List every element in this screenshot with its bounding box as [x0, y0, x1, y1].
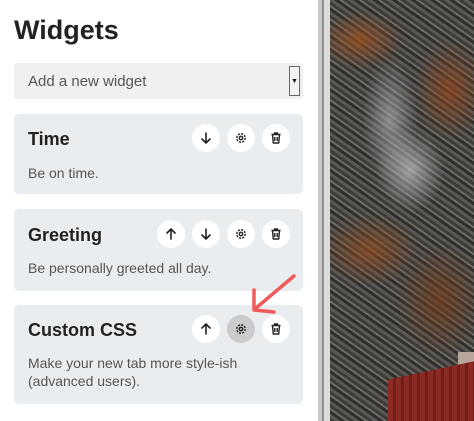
widget-title: Time: [28, 129, 70, 149]
delete-button[interactable]: [262, 220, 290, 248]
gear-icon: [236, 229, 246, 239]
dropdown-arrow-icon[interactable]: ▼: [289, 66, 300, 96]
arrow-down-icon: [201, 132, 211, 144]
page-title: Widgets: [14, 15, 119, 45]
widget-description: Be personally greeted all day.: [28, 260, 212, 276]
move-down-button[interactable]: [192, 220, 220, 248]
widget-description: Make your new tab more style-ish (advanc…: [28, 355, 238, 389]
move-down-button[interactable]: [192, 124, 220, 152]
panel-resize-handle[interactable]: [318, 0, 330, 421]
move-up-button[interactable]: [192, 315, 220, 343]
arrow-up-icon: [166, 228, 176, 240]
widgets-panel: Widgets Add a new widget ▼ Time Be on ti…: [0, 0, 318, 421]
delete-button[interactable]: [262, 315, 290, 343]
widget-title: Greeting: [28, 225, 103, 245]
widget-description: Be on time.: [28, 165, 99, 181]
background-photo: [330, 0, 474, 421]
house-roof: [388, 360, 474, 421]
settings-button[interactable]: [227, 124, 255, 152]
add-widget-select[interactable]: Add a new widget ▼: [14, 63, 303, 99]
settings-button[interactable]: [227, 220, 255, 248]
delete-button[interactable]: [262, 124, 290, 152]
add-widget-placeholder: Add a new widget: [28, 72, 147, 90]
move-up-button[interactable]: [157, 220, 185, 248]
trash-icon: [271, 132, 281, 144]
widget-card-time: Time Be on time.: [14, 114, 303, 194]
annotation-arrow-icon: [252, 274, 296, 314]
widget-title: Custom CSS: [28, 320, 138, 340]
trash-icon: [271, 228, 281, 240]
widget-card-custom-css: Custom CSS Make your new tab more style-…: [14, 305, 303, 404]
settings-button[interactable]: [227, 315, 255, 343]
trash-icon: [271, 323, 281, 335]
gear-icon: [236, 324, 246, 334]
arrow-down-icon: [201, 228, 211, 240]
arrow-up-icon: [201, 323, 211, 335]
gear-icon: [236, 133, 246, 143]
